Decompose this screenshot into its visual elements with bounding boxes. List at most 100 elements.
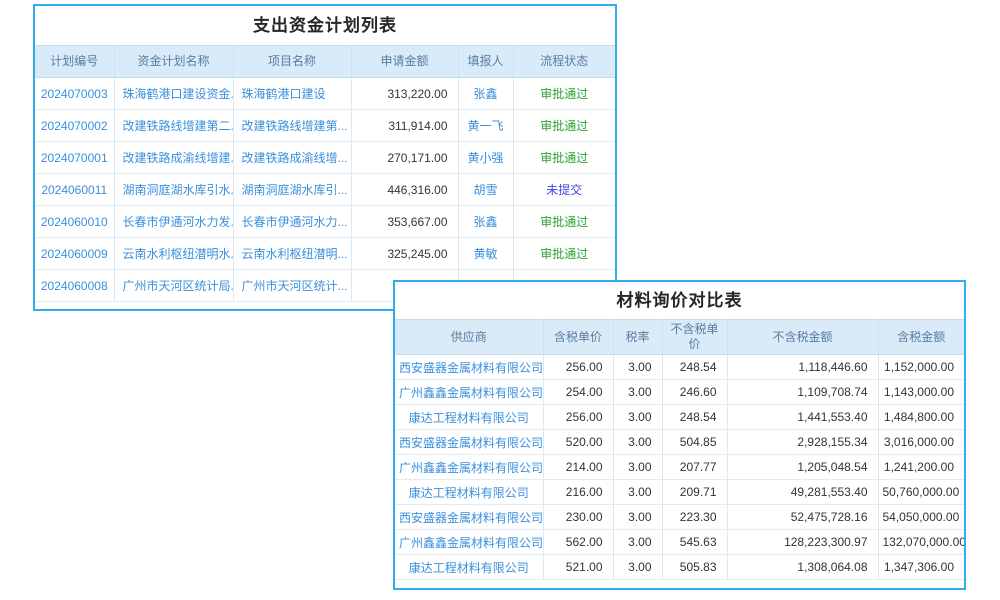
table-cell: 3.00 xyxy=(613,555,662,580)
table-cell[interactable]: 广州市天河区统计... xyxy=(233,270,351,302)
table-cell[interactable]: 长春市伊通河水力发... xyxy=(114,206,233,238)
table-cell[interactable]: 2024060009 xyxy=(35,238,114,270)
table-cell: 1,152,000.00 xyxy=(878,355,964,380)
table-cell: 446,316.00 xyxy=(351,174,458,206)
table-cell: 230.00 xyxy=(543,505,613,530)
table-cell: 1,484,800.00 xyxy=(878,405,964,430)
table-row[interactable]: 西安盛器金属材料有限公司230.003.00223.3052,475,728.1… xyxy=(395,505,964,530)
table-cell[interactable]: 2024070001 xyxy=(35,142,114,174)
column-header: 含税金额 xyxy=(878,320,964,355)
table-cell[interactable]: 2024070003 xyxy=(35,78,114,110)
table-cell[interactable]: 云南水利枢纽潜明... xyxy=(233,238,351,270)
expenditure-plan-table: 计划编号资金计划名称项目名称申请金额填报人流程状态 2024070003珠海鹤港… xyxy=(35,45,615,302)
table-cell: 209.71 xyxy=(662,480,727,505)
table-cell[interactable]: 黄敏 xyxy=(458,238,513,270)
table-cell: 504.85 xyxy=(662,430,727,455)
table-cell[interactable]: 湖南洞庭湖水库引... xyxy=(233,174,351,206)
table-cell[interactable]: 黄一飞 xyxy=(458,110,513,142)
table-row[interactable]: 康达工程材料有限公司256.003.00248.541,441,553.401,… xyxy=(395,405,964,430)
table-cell: 505.83 xyxy=(662,555,727,580)
table-cell: 1,308,064.08 xyxy=(727,555,878,580)
table-cell: 256.00 xyxy=(543,355,613,380)
table-cell: 1,441,553.40 xyxy=(727,405,878,430)
table-row[interactable]: 2024060010长春市伊通河水力发...长春市伊通河水力...353,667… xyxy=(35,206,615,238)
table-cell[interactable]: 2024060008 xyxy=(35,270,114,302)
table-cell[interactable]: 广州鑫鑫金属材料有限公司 xyxy=(395,455,543,480)
table-cell: 248.54 xyxy=(662,405,727,430)
table-cell: 3.00 xyxy=(613,530,662,555)
table-cell[interactable]: 康达工程材料有限公司 xyxy=(395,555,543,580)
table-cell: 128,223,300.97 xyxy=(727,530,878,555)
table-cell: 256.00 xyxy=(543,405,613,430)
table-cell: 未提交 xyxy=(513,174,615,206)
table-cell[interactable]: 长春市伊通河水力... xyxy=(233,206,351,238)
table-cell: 248.54 xyxy=(662,355,727,380)
table-cell: 审批通过 xyxy=(513,110,615,142)
table-row[interactable]: 2024070001改建铁路成渝线增建...改建铁路成渝线增...270,171… xyxy=(35,142,615,174)
table-cell[interactable]: 改建铁路线增建第二... xyxy=(114,110,233,142)
table-cell[interactable]: 2024060011 xyxy=(35,174,114,206)
table-row[interactable]: 西安盛器金属材料有限公司256.003.00248.541,118,446.60… xyxy=(395,355,964,380)
table-cell[interactable]: 改建铁路成渝线增建... xyxy=(114,142,233,174)
table-cell: 246.60 xyxy=(662,380,727,405)
table-cell[interactable]: 2024070002 xyxy=(35,110,114,142)
table-cell: 审批通过 xyxy=(513,78,615,110)
table-cell: 254.00 xyxy=(543,380,613,405)
table-cell[interactable]: 广州市天河区统计局... xyxy=(114,270,233,302)
table-cell: 1,118,446.60 xyxy=(727,355,878,380)
table-cell: 353,667.00 xyxy=(351,206,458,238)
table-cell: 313,220.00 xyxy=(351,78,458,110)
table-cell: 1,347,306.00 xyxy=(878,555,964,580)
table-row[interactable]: 西安盛器金属材料有限公司520.003.00504.852,928,155.34… xyxy=(395,430,964,455)
table-cell[interactable]: 西安盛器金属材料有限公司 xyxy=(395,355,543,380)
table-row[interactable]: 2024060009云南水利枢纽潜明水...云南水利枢纽潜明...325,245… xyxy=(35,238,615,270)
table-cell[interactable]: 张鑫 xyxy=(458,206,513,238)
table-cell[interactable]: 广州鑫鑫金属材料有限公司 xyxy=(395,380,543,405)
table-header-row: 计划编号资金计划名称项目名称申请金额填报人流程状态 xyxy=(35,46,615,78)
table-cell: 3.00 xyxy=(613,355,662,380)
column-header: 税率 xyxy=(613,320,662,355)
table-cell: 207.77 xyxy=(662,455,727,480)
table-cell: 54,050,000.00 xyxy=(878,505,964,530)
table-cell[interactable]: 康达工程材料有限公司 xyxy=(395,480,543,505)
table-row[interactable]: 广州鑫鑫金属材料有限公司562.003.00545.63128,223,300.… xyxy=(395,530,964,555)
table-cell: 132,070,000.00 xyxy=(878,530,964,555)
table-cell[interactable]: 黄小强 xyxy=(458,142,513,174)
table-cell: 3.00 xyxy=(613,505,662,530)
column-header: 不含税金额 xyxy=(727,320,878,355)
expenditure-plan-panel: 支出资金计划列表 计划编号资金计划名称项目名称申请金额填报人流程状态 20240… xyxy=(33,4,617,311)
table-cell[interactable]: 云南水利枢纽潜明水... xyxy=(114,238,233,270)
table-cell[interactable]: 改建铁路成渝线增... xyxy=(233,142,351,174)
table-row[interactable]: 广州鑫鑫金属材料有限公司214.003.00207.771,205,048.54… xyxy=(395,455,964,480)
table-cell: 3.00 xyxy=(613,405,662,430)
column-header: 供应商 xyxy=(395,320,543,355)
table-row[interactable]: 2024070003珠海鹤港口建设资金...珠海鹤港口建设313,220.00张… xyxy=(35,78,615,110)
table-cell[interactable]: 西安盛器金属材料有限公司 xyxy=(395,430,543,455)
table-cell: 562.00 xyxy=(543,530,613,555)
table-cell[interactable]: 西安盛器金属材料有限公司 xyxy=(395,505,543,530)
table-cell[interactable]: 康达工程材料有限公司 xyxy=(395,405,543,430)
table-cell[interactable]: 2024060010 xyxy=(35,206,114,238)
table-cell[interactable]: 湖南洞庭湖水库引水... xyxy=(114,174,233,206)
table-row[interactable]: 康达工程材料有限公司216.003.00209.7149,281,553.405… xyxy=(395,480,964,505)
table-cell[interactable]: 珠海鹤港口建设 xyxy=(233,78,351,110)
table-cell: 2,928,155.34 xyxy=(727,430,878,455)
table-cell: 审批通过 xyxy=(513,142,615,174)
column-header: 申请金额 xyxy=(351,46,458,78)
table-row[interactable]: 2024070002改建铁路线增建第二...改建铁路线增建第...311,914… xyxy=(35,110,615,142)
column-header: 填报人 xyxy=(458,46,513,78)
table-cell[interactable]: 张鑫 xyxy=(458,78,513,110)
table-row[interactable]: 广州鑫鑫金属材料有限公司254.003.00246.601,109,708.74… xyxy=(395,380,964,405)
table-cell: 1,241,200.00 xyxy=(878,455,964,480)
table-cell[interactable]: 胡雪 xyxy=(458,174,513,206)
column-header: 资金计划名称 xyxy=(114,46,233,78)
table-cell[interactable]: 珠海鹤港口建设资金... xyxy=(114,78,233,110)
table-cell: 223.30 xyxy=(662,505,727,530)
column-header: 项目名称 xyxy=(233,46,351,78)
table-row[interactable]: 康达工程材料有限公司521.003.00505.831,308,064.081,… xyxy=(395,555,964,580)
table-row[interactable]: 2024060011湖南洞庭湖水库引水...湖南洞庭湖水库引...446,316… xyxy=(35,174,615,206)
table-cell[interactable]: 广州鑫鑫金属材料有限公司 xyxy=(395,530,543,555)
table-cell: 521.00 xyxy=(543,555,613,580)
table-cell: 3.00 xyxy=(613,430,662,455)
table-cell[interactable]: 改建铁路线增建第... xyxy=(233,110,351,142)
